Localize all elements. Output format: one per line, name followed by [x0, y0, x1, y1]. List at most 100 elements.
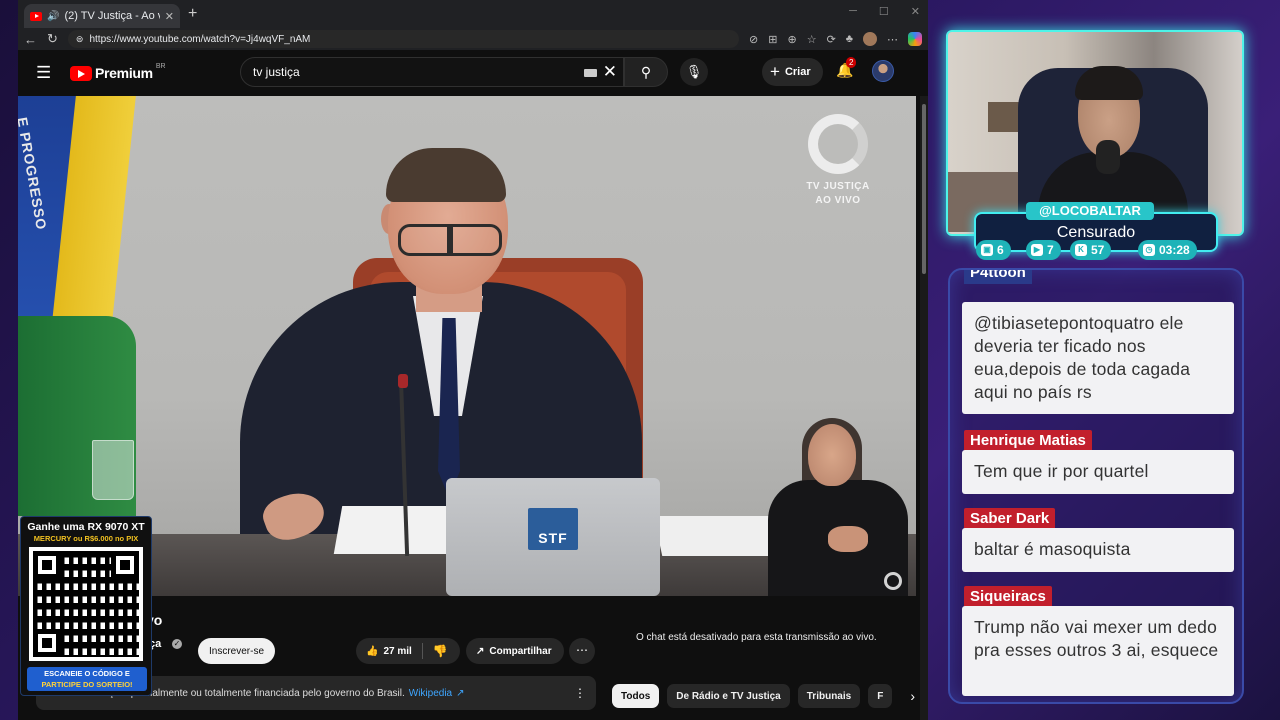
chat-username: Henrique Matias [964, 430, 1092, 452]
video-player[interactable]: E PROGRESSO STF TV JUSTIÇA AO VIVO [18, 96, 916, 596]
youtube-logo[interactable]: Premium BR [70, 62, 166, 81]
notifications-button[interactable]: 🔔 2 [836, 57, 857, 79]
account-avatar[interactable] [872, 60, 894, 82]
youtube-viewers: ▶ 7 [1026, 240, 1061, 260]
kick-icon: K [1075, 244, 1087, 256]
tv-justica-watermark: TV JUSTIÇA AO VIVO [798, 114, 878, 208]
giveaway-headline: Ganhe uma RX 9070 XT [27, 521, 145, 533]
giveaway-subtitle: MERCURY ou R$6.000 no PIX [33, 534, 139, 543]
chip-partial[interactable]: F [868, 684, 893, 708]
more-actions-button[interactable]: ⋯ [569, 638, 595, 664]
extension-icon[interactable]: ♣ [846, 33, 853, 45]
reload-icon[interactable]: ↻ [47, 31, 58, 47]
qr-pattern [33, 551, 139, 657]
channel-watermark-text: TV JUSTIÇA [806, 181, 870, 192]
menu-icon[interactable]: ☰ [36, 63, 56, 83]
kick-viewers: K 57 [1070, 240, 1112, 260]
url-text: https://www.youtube.com/watch?v=Jj4wqVF_… [89, 33, 311, 45]
back-icon[interactable]: ← [24, 32, 37, 47]
create-button[interactable]: + Criar [762, 58, 823, 86]
clear-search-icon[interactable]: ✕ [603, 62, 617, 82]
speaker-glasses [398, 224, 502, 256]
verified-icon: ✓ [172, 639, 182, 649]
share-button[interactable]: ↗ Compartilhar [466, 638, 564, 664]
extensions-icon[interactable]: ⟳ [827, 33, 836, 46]
translate-icon[interactable]: ⊘ [749, 33, 758, 46]
chat-message: Tem que ir por quartel [962, 450, 1234, 494]
toolbar-icons: ⊘ ⊞ ⊕ ☆ ⟳ ♣ ⋯ [749, 32, 922, 46]
notification-badge: 2 [846, 57, 857, 68]
bookmark-star-icon[interactable]: ☆ [807, 33, 817, 46]
speaker-icon[interactable]: 🔊 [47, 11, 59, 22]
address-bar: ← ↻ ⊜ https://www.youtube.com/watch?v=Jj… [18, 28, 928, 50]
stream-uptime: ◷ 03:28 [1138, 240, 1197, 260]
chat-message: @tibiasetepontoquatro ele deveria ter fi… [962, 302, 1234, 414]
info-menu-icon[interactable]: ⋮ [574, 686, 586, 700]
scroll-thumb[interactable] [922, 104, 926, 274]
subscribe-button[interactable]: Inscrever-se [198, 638, 276, 664]
streamer-microphone [1096, 140, 1120, 174]
like-count: 27 mil [383, 645, 412, 657]
search-input[interactable]: tv justiça ✕ [240, 57, 624, 87]
filter-chips: Todos De Rádio e TV Justiça Tribunais F … [612, 684, 915, 708]
profile-avatar[interactable] [863, 32, 877, 46]
youtube-logo-icon [70, 65, 92, 81]
youtube-icon: ▶ [1031, 244, 1043, 256]
like-dislike-pill: 👍 27 mil 👎 [356, 638, 460, 664]
video-info-area: vo iça ✓ Inscrever-se 👍 27 mil 👎 ↗ Compa… [18, 596, 916, 720]
twitch-count: 6 [997, 243, 1004, 257]
logo-region: BR [155, 62, 166, 70]
share-label: Compartilhar [489, 645, 552, 657]
giveaway-footer-line2: PARTICIPE DO SORTEIO! [41, 680, 133, 689]
close-window-button[interactable]: ✕ [911, 5, 920, 18]
apps-icon[interactable]: ⊞ [768, 33, 777, 46]
keyboard-icon[interactable] [584, 69, 597, 77]
new-tab-button[interactable]: + [188, 5, 197, 23]
tab-bar: 🔊 (2) TV Justiça - Ao vivo - You ✕ + ─ ☐… [18, 0, 928, 28]
menu-dots-icon[interactable]: ⋯ [887, 33, 898, 46]
streamer-handle: @LOCOBALTAR [1026, 202, 1154, 220]
chip-radio-tv-justica[interactable]: De Rádio e TV Justiça [667, 684, 790, 708]
create-label: Criar [784, 66, 811, 78]
dislike-button[interactable]: 👎 [423, 644, 448, 658]
search-icon: ⚲ [640, 63, 652, 80]
microphone-icon: 🎙 [685, 64, 703, 79]
twitch-viewers: ▣ 6 [976, 240, 1011, 260]
zoom-icon[interactable]: ⊕ [787, 33, 796, 46]
external-link-icon: ↗ [456, 687, 465, 699]
close-tab-icon[interactable]: ✕ [165, 10, 174, 23]
chat-username: P4ttoon [964, 270, 1032, 284]
browser-tab[interactable]: 🔊 (2) TV Justiça - Ao vivo - You ✕ [24, 4, 180, 28]
maximize-button[interactable]: ☐ [879, 5, 889, 18]
youtube-favicon-icon [30, 11, 42, 21]
page-scrollbar[interactable] [920, 96, 928, 720]
wikipedia-link[interactable]: Wikipedia [409, 688, 452, 699]
like-button[interactable]: 👍 27 mil [356, 643, 423, 659]
qr-finder [33, 551, 61, 579]
twitch-icon: ▣ [981, 244, 993, 256]
giveaway-footer: ESCANEIE O CÓDIGO E PARTICIPE DO SORTEIO… [27, 667, 147, 691]
chat-overlay: P4ttoon @tibiasetepontoquatro ele deveri… [948, 268, 1244, 704]
qr-code [29, 547, 143, 661]
youtube-header: ☰ Premium BR tv justiça ✕ ⚲ 🎙 + Criar 🔔 … [18, 50, 928, 96]
url-field[interactable]: ⊜ https://www.youtube.com/watch?v=Jj4wqV… [67, 30, 740, 48]
chip-tribunais[interactable]: Tribunais [797, 684, 861, 708]
uptime-value: 03:28 [1159, 243, 1190, 257]
live-watermark-text: AO VIVO [815, 195, 861, 206]
copilot-icon[interactable] [908, 32, 922, 46]
chip-todos[interactable]: Todos [612, 684, 660, 708]
chat-username: Siqueiracs [964, 586, 1052, 608]
thumbs-up-icon: 👍 [366, 645, 379, 657]
window-controls: ─ ☐ ✕ [849, 5, 920, 18]
browser-window: 🔊 (2) TV Justiça - Ao vivo - You ✕ + ─ ☐… [18, 0, 928, 720]
site-info-icon[interactable]: ⊜ [76, 34, 84, 45]
minimize-button[interactable]: ─ [849, 5, 857, 18]
search-button[interactable]: ⚲ [624, 57, 668, 87]
stf-logo: STF [528, 508, 578, 550]
chevron-right-icon[interactable]: › [910, 688, 915, 704]
giveaway-footer-line1: ESCANEIE O CÓDIGO E [44, 669, 130, 678]
search-value: tv justiça [253, 65, 300, 79]
chat-username: Saber Dark [964, 508, 1056, 530]
logo-text: Premium [95, 65, 153, 81]
voice-search-button[interactable]: 🎙 [680, 58, 708, 86]
